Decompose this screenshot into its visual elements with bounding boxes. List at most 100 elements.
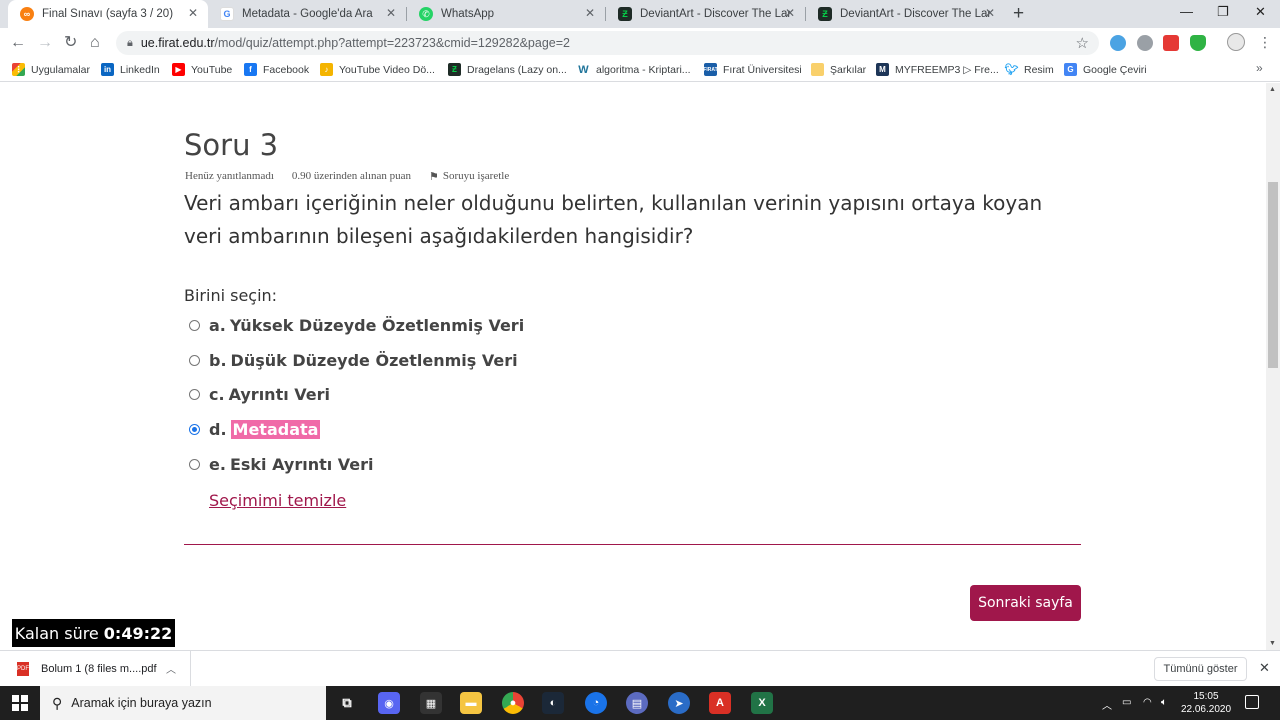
next-page-button[interactable]: Sonraki sayfa — [970, 585, 1081, 621]
deviantart-icon: Ƶ — [448, 63, 461, 76]
extension-search-icon[interactable] — [1110, 35, 1126, 51]
page-scrollbar[interactable]: ▲ ▼ — [1266, 83, 1280, 650]
address-bar[interactable]: 🔒︎ ue.firat.edu.tr/mod/quiz/attempt.php?… — [116, 31, 1099, 55]
back-arrow-icon[interactable]: ← — [10, 33, 26, 53]
bookmark-linkedin[interactable]: in LinkedIn — [101, 63, 160, 76]
download-filename: Bolum 1 (8 files m....pdf — [41, 662, 157, 675]
show-all-downloads-button[interactable]: Tümünü göster — [1154, 657, 1247, 681]
download-item[interactable]: PDF Bolum 1 (8 files m....pdf ︿ — [0, 651, 191, 686]
minimize-icon[interactable]: — — [1180, 4, 1193, 19]
extension-shield-icon[interactable] — [1190, 35, 1206, 51]
tab-whatsapp[interactable]: ✆ WhatsApp ✕ — [407, 0, 605, 28]
answer-option-b[interactable]: b. Düşük Düzeyde Özetlenmiş Veri — [189, 349, 518, 371]
tab-title: DeviantArt - Discover The Larges — [840, 8, 990, 20]
discord-icon[interactable]: ◉ — [378, 692, 400, 714]
answer-text: Yüksek Düzeyde Özetlenmiş Veri — [229, 315, 525, 335]
tab-title: WhatsApp — [441, 8, 495, 20]
excel-icon[interactable]: X — [751, 692, 773, 714]
tab-deviantart-1[interactable]: Ƶ DeviantArt - Discover The Larges ✕ — [606, 0, 805, 28]
remaining-time-timer: Kalan süre 0:49:22 — [12, 619, 175, 647]
close-icon[interactable]: ✕ — [585, 6, 595, 20]
home-icon[interactable]: ⌂ — [90, 33, 100, 53]
file-explorer-icon[interactable]: ▬ — [460, 692, 482, 714]
answer-text: Eski Ayrıntı Veri — [229, 454, 374, 474]
download-bar: PDF Bolum 1 (8 files m....pdf ︿ Tümünü g… — [0, 650, 1280, 686]
bookmark-google-ceviri[interactable]: G Google Çeviri — [1064, 63, 1147, 76]
profile-avatar[interactable] — [1227, 33, 1245, 51]
bookmark-label: LinkedIn — [120, 63, 160, 76]
taskbar-clock[interactable]: 15:05 22.06.2020 — [1180, 690, 1232, 716]
radio-button-selected[interactable] — [189, 423, 200, 435]
task-view-icon[interactable]: ⧉ — [336, 692, 358, 714]
forward-arrow-icon[interactable]: → — [37, 33, 53, 53]
radio-button[interactable] — [189, 388, 200, 400]
bookmark-sarkilar[interactable]: Şarkılar — [811, 63, 866, 76]
wifi-icon[interactable]: ◠ — [1143, 697, 1152, 708]
bookmarks-overflow-icon[interactable]: » — [1256, 61, 1263, 75]
taskbar-search-placeholder: Aramak için buraya yazın — [71, 696, 212, 710]
answer-text-highlighted: Metadata — [230, 419, 321, 439]
bookmark-youtube[interactable]: ▶ YouTube — [172, 63, 232, 76]
new-tab-button[interactable]: + — [1013, 3, 1024, 25]
apps-grid-icon: ⋮ — [12, 63, 25, 76]
deviantart-icon: Ƶ — [818, 7, 832, 21]
bookmark-star-icon[interactable]: ☆ — [1076, 34, 1089, 52]
bookmark-facebook[interactable]: f Facebook — [244, 63, 309, 76]
radio-button[interactable] — [189, 458, 200, 470]
bookmark-apps[interactable]: ⋮ Uygulamalar — [12, 63, 90, 76]
bookmark-label: Google Çeviri — [1083, 63, 1147, 76]
pdf-icon: PDF — [17, 661, 29, 676]
taskbar-search-box[interactable]: ⚲ Aramak için buraya yazın — [40, 686, 326, 720]
reload-icon[interactable]: ↻ — [64, 33, 77, 53]
close-download-bar-icon[interactable]: ✕ — [1259, 660, 1270, 676]
calendar-app-icon[interactable]: ▦ — [420, 692, 442, 714]
chrome-icon[interactable]: ● — [502, 692, 524, 714]
bookmark-label: YouTube — [191, 63, 233, 76]
battery-icon[interactable]: ▭ — [1122, 697, 1131, 708]
close-icon[interactable]: ✕ — [188, 6, 198, 20]
extension-globe-icon[interactable] — [1137, 35, 1153, 51]
scrollbar-thumb[interactable] — [1268, 182, 1278, 368]
telegram-icon[interactable]: ➤ — [668, 692, 690, 714]
bookmark-dragelans[interactable]: Ƶ Dragelans (Lazy on... — [448, 63, 567, 76]
close-icon[interactable]: ✕ — [785, 6, 795, 20]
clock-date: 22.06.2020 — [1180, 704, 1232, 715]
scroll-up-icon[interactable]: ▲ — [1269, 86, 1276, 93]
converter-icon: ♪ — [320, 63, 333, 76]
close-icon[interactable]: ✕ — [386, 6, 396, 20]
youtube-icon: ▶ — [172, 63, 185, 76]
tray-chevron-up-icon[interactable]: ︿ — [1102, 697, 1112, 712]
scroll-down-icon[interactable]: ▼ — [1269, 640, 1276, 647]
acrobat-icon[interactable]: A — [709, 692, 731, 714]
windows-start-icon[interactable] — [12, 695, 28, 711]
notification-center-icon[interactable] — [1245, 695, 1259, 709]
volume-icon[interactable]: 🔈︎ — [1161, 697, 1167, 708]
answer-option-c[interactable]: c. Ayrıntı Veri — [189, 383, 330, 405]
flag-question-link[interactable]: ⚑ Soruyu işaretle — [429, 170, 527, 183]
tab-deviantart-2[interactable]: Ƶ DeviantArt - Discover The Larges ✕ — [806, 0, 1005, 28]
google-icon: G — [220, 7, 234, 21]
maximize-icon[interactable]: ❐ — [1217, 4, 1229, 20]
bookmark-algoritma[interactable]: W algoritma - Kriptari... — [577, 63, 691, 76]
answer-option-e[interactable]: e. Eski Ayrıntı Veri — [189, 453, 374, 475]
messenger-icon[interactable]: ◔ — [585, 692, 607, 714]
notes-app-icon[interactable]: ▤ — [626, 692, 648, 714]
answer-option-d[interactable]: d. Metadata — [189, 418, 321, 440]
clear-selection-link[interactable]: Seçimimi temizle — [209, 491, 346, 510]
tab-metadata-search[interactable]: G Metadata - Google'da Ara ✕ — [208, 0, 406, 28]
whatsapp-icon: ✆ — [419, 7, 433, 21]
tab-final-sinavi[interactable]: ∞ Final Sınavı (sayfa 3 / 20) ✕ — [8, 0, 208, 28]
bookmark-youtube-converter[interactable]: ♪ YouTube Video Dö... — [320, 63, 435, 76]
bookmark-myfreemp3[interactable]: M MYFREEMP3 ▷ Fre... — [876, 63, 999, 76]
bookmark-resim[interactable]: 🐦︎ Resim — [1005, 63, 1054, 76]
close-window-icon[interactable]: ✕ — [1255, 4, 1266, 20]
extension-video-icon[interactable] — [1163, 35, 1179, 51]
close-icon[interactable]: ✕ — [985, 6, 995, 20]
radio-button[interactable] — [189, 354, 200, 366]
answer-option-a[interactable]: a. Yüksek Düzeyde Özetlenmiş Veri — [189, 314, 524, 336]
bookmark-firat-universitesi[interactable]: FIRAT Fırat Üniversitesi — [703, 63, 802, 76]
chevron-up-icon[interactable]: ︿ — [166, 661, 176, 676]
steam-icon[interactable]: ◐ — [542, 692, 564, 714]
radio-button[interactable] — [189, 319, 200, 331]
menu-kebab-icon[interactable]: ⋮ — [1258, 34, 1272, 51]
